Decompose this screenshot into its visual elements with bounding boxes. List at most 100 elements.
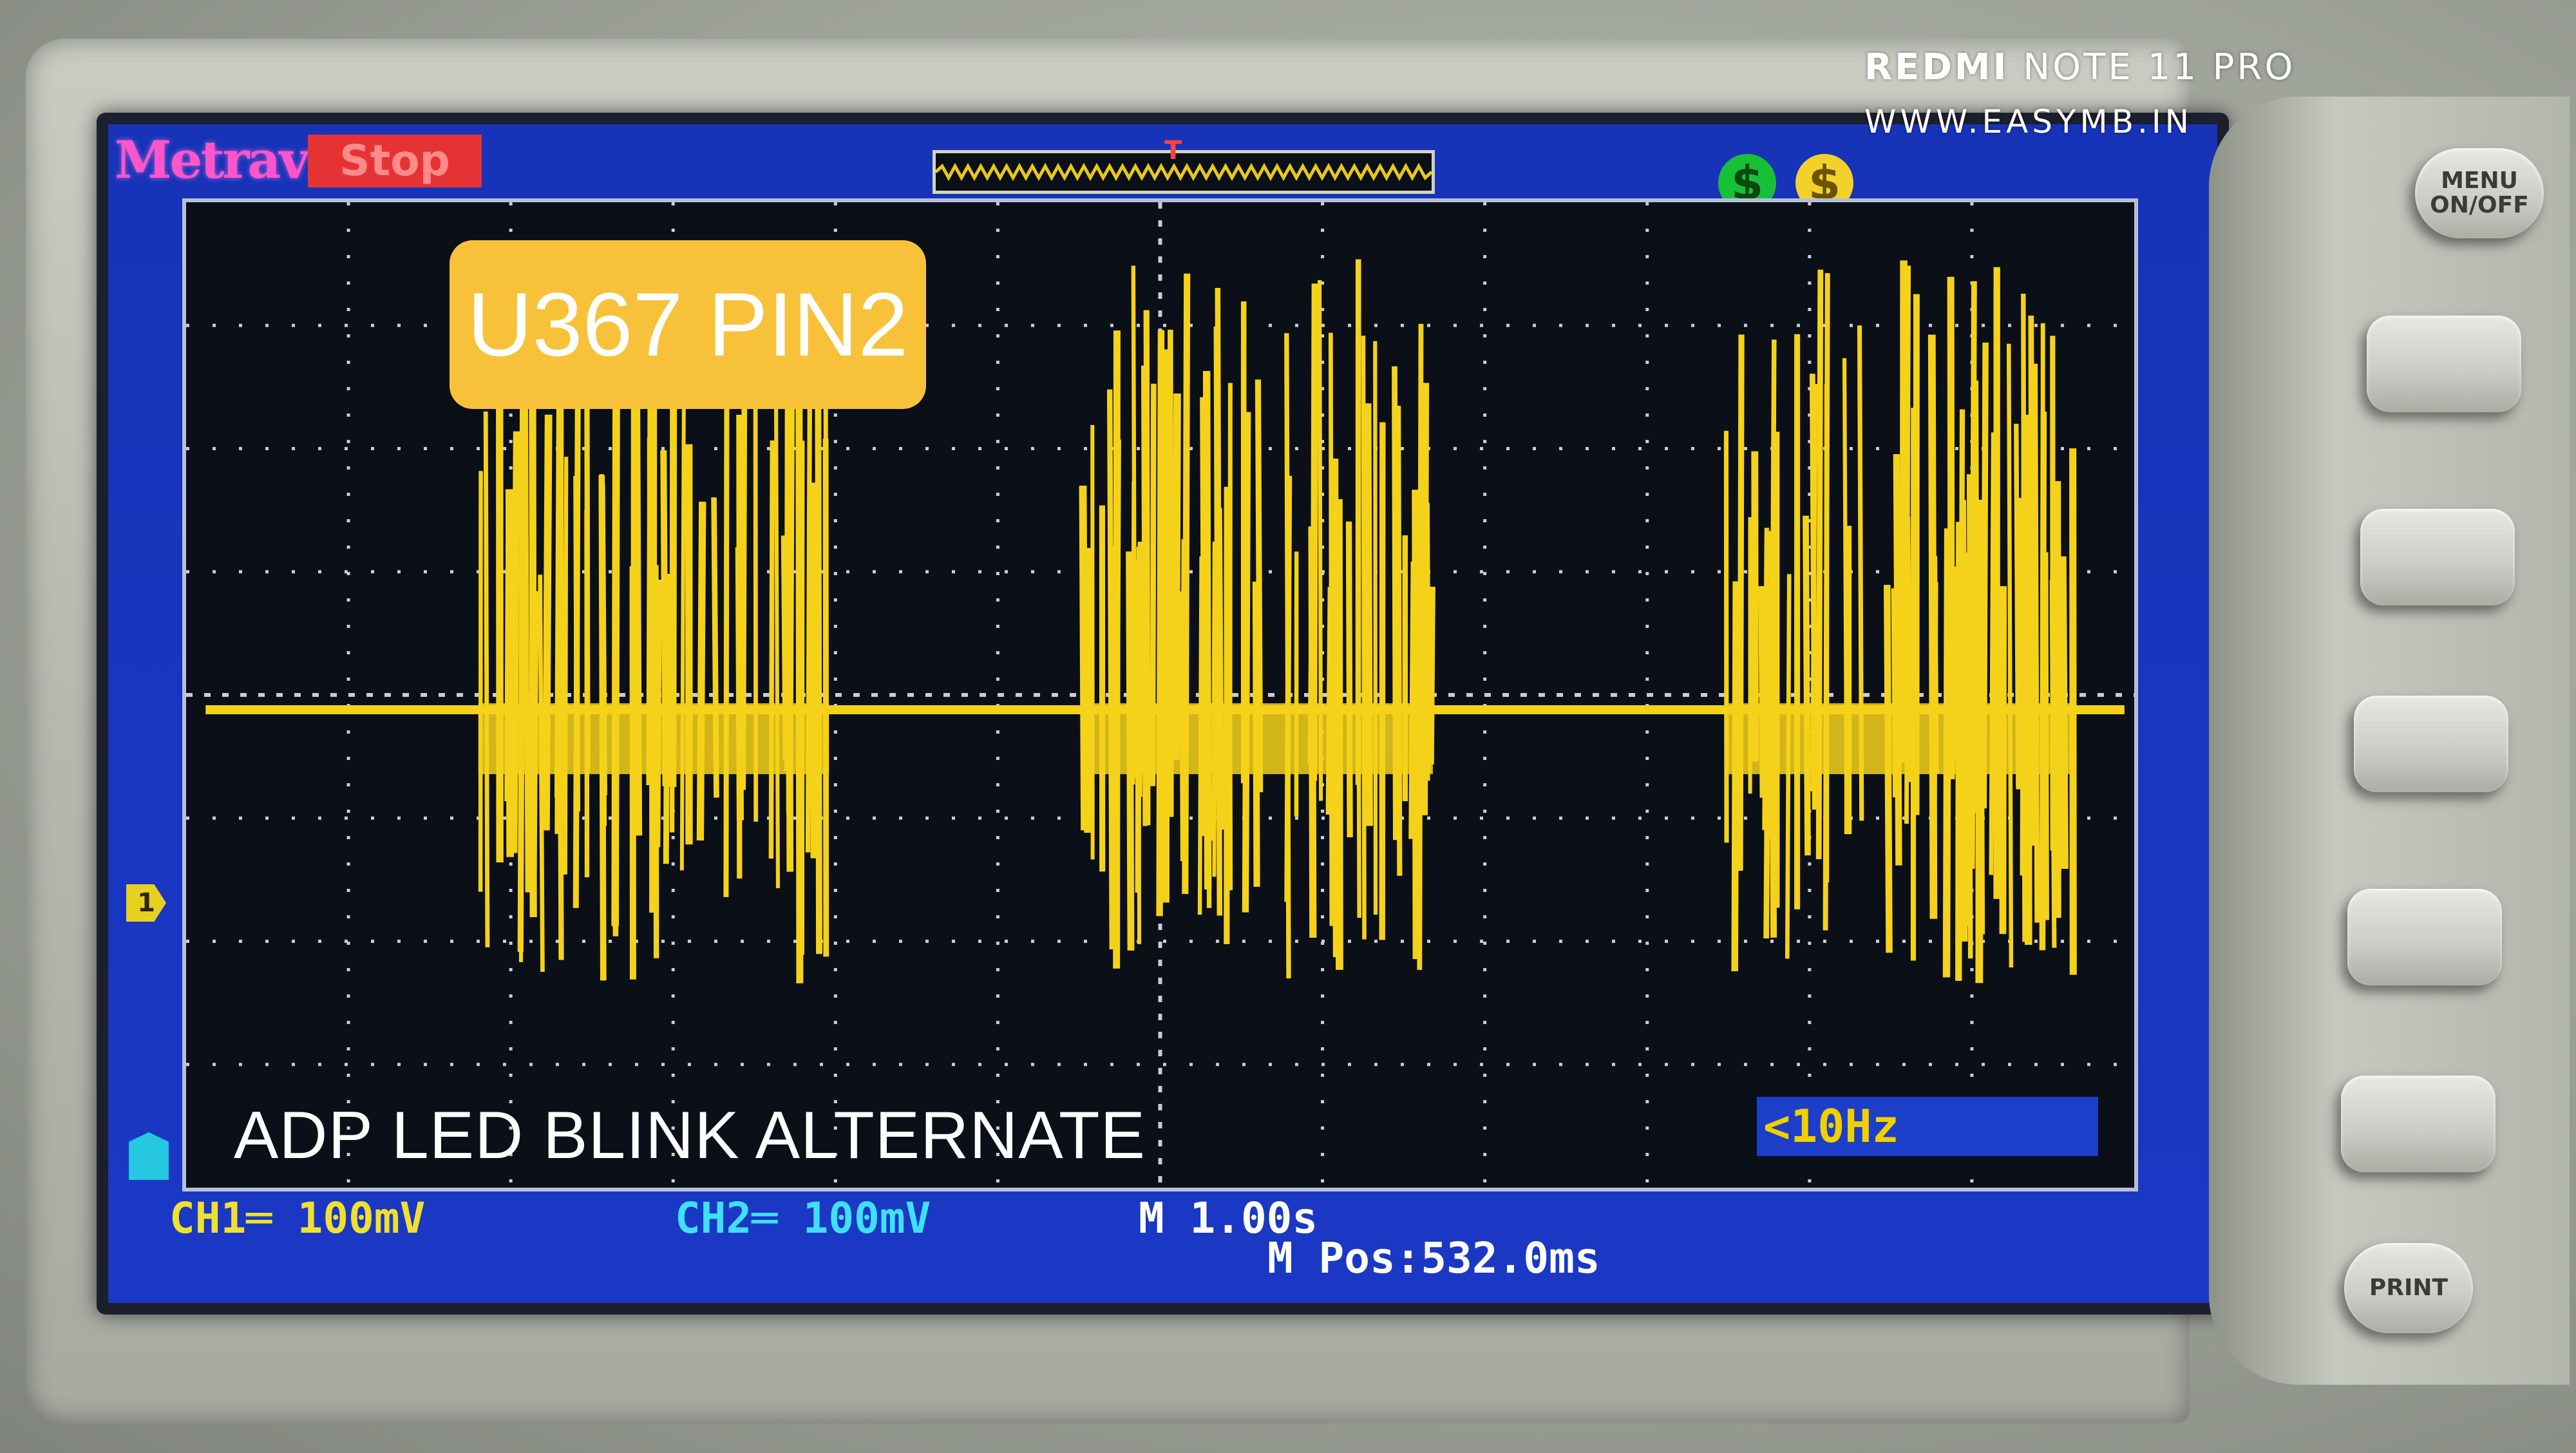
option-button-4[interactable] [2347,889,2502,985]
burst-spike [538,575,545,972]
trigger-marker-icon: T [1164,136,1182,166]
burst-spike [633,343,643,836]
burst-spike [1392,366,1399,840]
burst-spike [1334,499,1343,970]
scope-screen-frame: Metravi Stop T $ $ U367 PIN2 ADP LED BLI… [97,113,2229,1315]
burst-spike [753,354,759,822]
scale-readout-bar: CH1═ 100mV CH2═ 100mV M 1.00s M Pos:532.… [108,1193,2217,1303]
burst-spike [663,573,671,864]
burst-spike [563,457,569,875]
option-button-3[interactable] [2354,696,2508,792]
burst-spike [768,440,775,859]
burst-spike [1412,489,1419,960]
menu-on-off-button[interactable]: MENU ON/OFF [2415,148,2544,238]
burst-spike [1428,586,1435,764]
ch1-ground-marker: 1 [126,884,166,922]
trigger-frequency-readout: <10Hz [1757,1097,2098,1156]
burst-spike [1143,310,1151,826]
camera-watermark: REDMI NOTE 11 PRO [1864,46,2295,88]
burst-spike [711,497,719,798]
burst-spike [773,339,781,889]
burst-spike [517,347,526,952]
burst-spike [1079,486,1089,831]
signal-label-badge: U367 PIN2 [450,240,926,409]
burst-spike [1723,430,1729,843]
ch1-scale-readout: CH1═ 100mV [169,1193,426,1243]
burst-spike [1164,430,1173,774]
burst-spike [1425,502,1432,772]
ch2-scale-readout: CH2═ 100mV [675,1193,931,1243]
run-state-badge: Stop [308,135,482,187]
memory-waveform-preview [934,162,1433,182]
burst-spike [1762,527,1769,830]
burst-spike [598,475,607,981]
burst-spike [1396,406,1403,876]
burst-spike [1969,281,1977,869]
burst-spike [1379,422,1386,940]
burst-spike [1942,528,1952,978]
trigger-position-strip [933,150,1435,194]
watermark-brand: REDMI [1864,46,2009,88]
burst-spike [654,580,662,848]
burst-spike [1106,389,1115,950]
burst-spike [1214,508,1225,830]
burst-spike [1345,521,1353,837]
burst-spike [1785,574,1792,959]
site-watermark: WWW.EASYMB.IN [1864,103,2193,140]
side-control-panel: MENU ON/OFF PRINT [2209,97,2570,1385]
burst-spike [1156,330,1165,916]
burst-spike [1737,334,1745,871]
burst-spike [1927,334,1938,919]
burst-spike [1242,412,1251,913]
burst-spike [1200,397,1208,837]
burst-spike [1373,341,1378,915]
signal-burst [1723,260,2077,983]
burst-spike [1255,379,1264,792]
brand-logo: Metravi [115,129,327,190]
burst-spike [531,591,539,901]
burst-spike [669,401,677,788]
burst-spike [1204,456,1212,908]
burst-spike [573,475,581,812]
print-button[interactable]: PRINT [2344,1243,2473,1333]
burst-spike [2006,343,2014,968]
burst-spike [1960,500,1968,942]
burst-spike [781,535,791,760]
option-button-2[interactable] [2360,509,2515,605]
burst-spike [483,411,490,947]
burst-spike [1150,383,1157,786]
burst-spike [2020,414,2029,876]
burst-spike [2069,448,2077,975]
burst-spike [1989,432,1996,875]
burst-spike [1768,531,1777,938]
burst-spike [1328,332,1334,926]
burst-spike [1171,393,1181,760]
burst-spike [795,408,804,983]
horizontal-position-readout: M Pos:532.0ms [1267,1233,1600,1283]
burst-spike [1809,374,1818,810]
burst-spike [1955,522,1963,981]
burst-spike [1126,551,1135,951]
watermark-model: NOTE 11 PRO [2023,46,2296,88]
burst-spike [1891,588,1899,797]
burst-spike [679,370,687,871]
burst-spike [1815,269,1824,860]
burst-spike [1361,336,1367,940]
burst-spike [1904,265,1911,824]
burst-spike [522,348,531,893]
burst-spike [1364,403,1373,826]
option-button-5[interactable] [2341,1076,2496,1172]
burst-spike [696,501,706,840]
burst-spike [556,381,564,960]
burst-spike [2044,552,2049,920]
scope-screen: Metravi Stop T $ $ U367 PIN2 ADP LED BLI… [108,124,2217,1303]
burst-spike [542,414,553,831]
burst-spike [505,489,515,857]
burst-spike [1180,539,1188,791]
ch2-ground-marker [129,1132,169,1180]
burst-spike [1284,333,1291,979]
option-button-1[interactable] [2367,316,2521,412]
signal-burst [1079,259,1435,979]
caption-text: ADP LED BLINK ALTERNATE [234,1098,1146,1173]
burst-spike [1803,515,1811,856]
